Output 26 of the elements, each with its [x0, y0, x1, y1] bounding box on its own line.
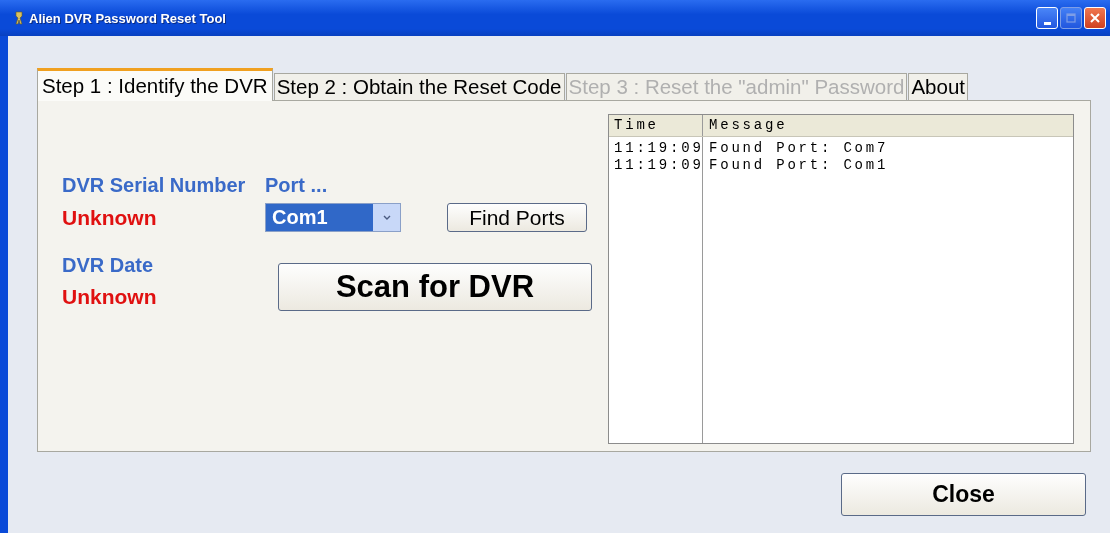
tab[interactable]: Step 1 : Identify the DVR: [37, 68, 273, 101]
app-icon: [14, 11, 24, 25]
window-title: Alien DVR Password Reset Tool: [29, 10, 226, 26]
close-dialog-button[interactable]: Close: [841, 473, 1086, 516]
field-value: Unknown: [62, 205, 158, 230]
field-label: Port ...: [265, 174, 329, 197]
tab[interactable]: About: [908, 73, 968, 100]
table-cell-text: Found Port: Com1: [709, 157, 890, 174]
find-ports-button[interactable]: Find Ports: [447, 203, 587, 232]
table-cell-text: Found Port: Com7: [709, 140, 890, 157]
maximize-icon: [1066, 13, 1076, 23]
table-cell: 11:19:09: [614, 157, 702, 174]
close-icon: [1089, 12, 1101, 24]
field-value: Unknown: [62, 285, 158, 309]
port-dropdown[interactable]: Com1: [265, 203, 401, 232]
caret-icon: [382, 214, 391, 221]
close-button[interactable]: [1084, 7, 1106, 29]
table-cell: 11:19:09: [614, 140, 702, 157]
field-label: DVR Date: [62, 254, 155, 277]
scan-button[interactable]: Scan for DVR: [278, 263, 592, 311]
minimize-button[interactable]: [1036, 7, 1058, 29]
field-label: DVR Serial Number: [62, 174, 247, 197]
minimize-icon: [1043, 21, 1051, 25]
column-header: Message: [708, 116, 789, 135]
column-header: Time: [609, 115, 703, 136]
tab[interactable]: Step 2 : Obtain the Reset Code: [273, 73, 565, 100]
